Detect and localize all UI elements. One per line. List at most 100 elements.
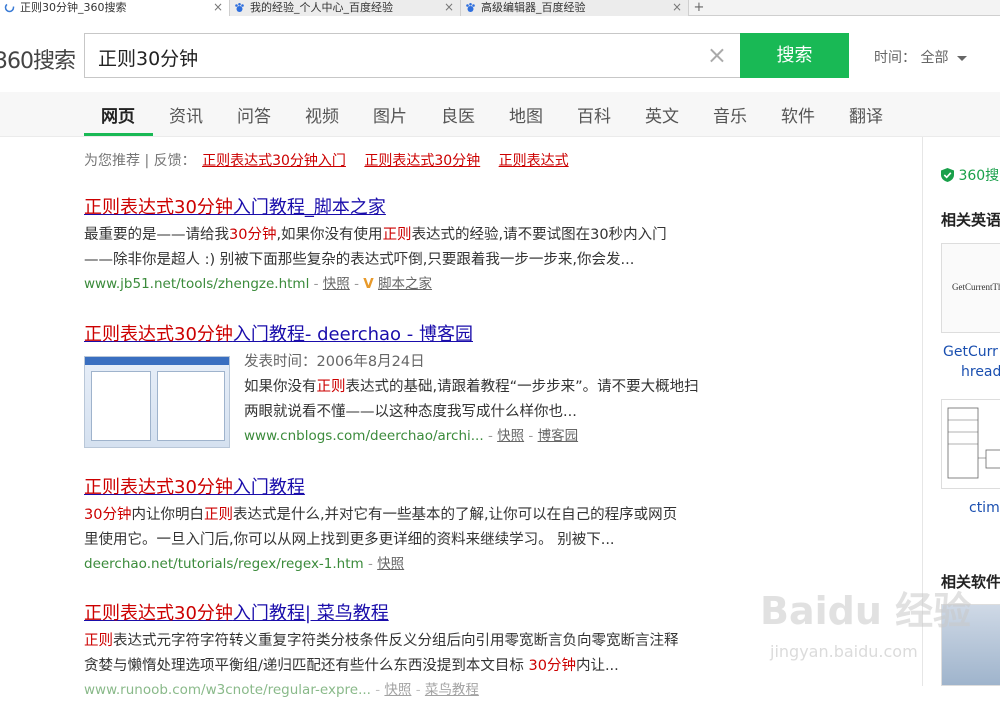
search-header: 360搜索 正则30分钟 × 搜索 时间： 全部 — [0, 16, 1000, 92]
result-url[interactable]: www.cnblogs.com/deerchao/archi... — [244, 428, 484, 444]
tab-label: 我的经验_个人中心_百度经验 — [250, 1, 393, 14]
tab-label: 正则30分钟_360搜索 — [20, 1, 127, 14]
tab-qa[interactable]: 问答 — [237, 102, 271, 127]
snapshot-link[interactable]: 快照 — [377, 556, 404, 572]
publish-date: 发表时间：2006年8月24日 — [244, 354, 425, 370]
search-result: 正则表达式30分钟入门教程_脚本之家 最重要的是——请给我30分钟,如果你没有使… — [84, 193, 744, 295]
snippet-text: 贪婪与懒惰处理选项平衡组/递归匹配还有些什么东西没提到本文目标 — [84, 658, 529, 674]
browser-tab-bar: 正则30分钟_360搜索 × 我的经验_个人中心_百度经验 × 高级编辑器_百度… — [0, 0, 1000, 16]
thumbnail-caption: GetCurrentThr — [952, 282, 1000, 292]
highlight: 正则 — [316, 379, 346, 395]
title-text: 入门教程_脚本之家 — [232, 197, 386, 218]
tab-360-search[interactable]: 正则30分钟_360搜索 × — [0, 0, 230, 16]
result-title-link[interactable]: 正则表达式30分钟入门教程 — [84, 473, 744, 499]
result-title-link[interactable]: 正则表达式30分钟入门教程| 菜鸟教程 — [84, 599, 744, 625]
source-link[interactable]: 博客园 — [538, 428, 579, 444]
highlight: 正则 — [84, 324, 120, 345]
new-tab-button[interactable]: + — [690, 0, 708, 16]
result-snippet: ——除非你是超人 :) 别被下面那些复杂的表达式吓倒,只要跟着我一步一步来,你会… — [84, 252, 635, 268]
tab-close-icon[interactable]: × — [444, 0, 454, 15]
tab-music[interactable]: 音乐 — [713, 102, 747, 127]
highlight: 表达式 — [120, 603, 174, 624]
highlight: 正则 — [84, 197, 120, 218]
recommend-link[interactable]: 正则表达式30分钟入门 — [202, 153, 346, 169]
highlight: 30分钟 — [174, 477, 233, 498]
tab-label: 高级编辑器_百度经验 — [481, 1, 586, 14]
search-input[interactable]: 正则30分钟 × — [84, 33, 741, 78]
time-filter-label: 时间： — [874, 50, 916, 66]
sidebar-heading: 相关英语 — [941, 211, 1000, 229]
result-snippet: 里使用它。一旦入门后,你可以从网上找到更多更详细的资料来继续学习。 别被下... — [84, 532, 615, 548]
snippet-text: 如果你没有 — [244, 379, 317, 395]
snippet-text: ,如果你没有使用 — [276, 227, 383, 243]
snippet-text: 表达式是什么,并对它有一些基本的了解,让你可以在自己的程序或网页 — [232, 507, 678, 523]
search-result: 正则表达式30分钟入门教程- deerchao - 博客园 发表时间：2006年… — [84, 320, 744, 448]
title-text: 入门教程 — [232, 477, 305, 498]
highlight: 30分钟 — [174, 603, 233, 624]
time-filter-value: 全部 — [920, 50, 949, 66]
snippet-text: 表达式的经验,请不要试图在30秒内入门 — [411, 227, 667, 243]
highlight: 正则 — [382, 227, 412, 243]
sidebar-link[interactable]: ctime — [969, 500, 1000, 516]
recommend-link[interactable]: 正则表达式 — [499, 153, 569, 169]
tab-close-icon[interactable]: × — [213, 0, 223, 15]
tab-web[interactable]: 网页 — [101, 102, 135, 127]
tab-map[interactable]: 地图 — [509, 102, 543, 127]
tab-baidu-my-experience[interactable]: 我的经验_个人中心_百度经验 × — [230, 0, 461, 16]
recommend-link[interactable]: 正则表达式30分钟 — [364, 153, 480, 169]
sidebar-thumbnail[interactable]: GetCurrentThr — [941, 243, 1000, 333]
search-result: 正则表达式30分钟入门教程 30分钟内让你明白正则表达式是什么,并对它有一些基本… — [84, 473, 744, 575]
result-snippet: 最重要的是——请给我30分钟,如果你没有使用正则表达式的经验,请不要试图在30秒… — [84, 223, 744, 248]
result-url-line: www.jb51.net/tools/zhengze.html - 快照 - V… — [84, 276, 433, 292]
result-url-line: www.runoob.com/w3cnote/regular-expre... … — [84, 682, 479, 698]
chevron-down-icon — [956, 55, 967, 61]
result-snippet: 如果你没有正则表达式的基础,请跟着教程“一步步来”。请不要大概地扫 — [244, 375, 699, 400]
active-tab-indicator — [84, 133, 153, 136]
result-url-line: deerchao.net/tutorials/regex/regex-1.htm… — [84, 556, 405, 572]
recommend-prefix: 为您推荐 | 反馈： — [84, 153, 196, 169]
tab-images[interactable]: 图片 — [373, 102, 407, 127]
result-url[interactable]: www.jb51.net/tools/zhengze.html — [84, 276, 309, 292]
highlight: 30分钟 — [174, 324, 233, 345]
title-text: 入门教程- deerchao - 博客园 — [232, 324, 473, 345]
tab-english[interactable]: 英文 — [645, 102, 679, 127]
result-url[interactable]: deerchao.net/tutorials/regex/regex-1.htm — [84, 556, 364, 572]
tab-doctor[interactable]: 良医 — [441, 102, 475, 127]
sidebar-thumbnail[interactable] — [941, 399, 1000, 489]
result-url[interactable]: www.runoob.com/w3cnote/regular-expre... — [84, 682, 371, 698]
highlight: 30分钟 — [528, 658, 576, 674]
highlight: 30分钟 — [174, 197, 233, 218]
highlight: 30分钟 — [84, 507, 132, 523]
tab-baike[interactable]: 百科 — [577, 102, 611, 127]
snapshot-link[interactable]: 快照 — [323, 276, 350, 292]
tab-close-icon[interactable]: × — [672, 0, 682, 15]
search-button[interactable]: 搜索 — [740, 33, 849, 78]
snapshot-link[interactable]: 快照 — [384, 682, 411, 698]
tab-video[interactable]: 视频 — [305, 102, 339, 127]
source-link[interactable]: 菜鸟教程 — [425, 682, 479, 698]
snippet-text: 最重要的是——请给我 — [84, 227, 229, 243]
source-link[interactable]: 脚本之家 — [378, 276, 432, 292]
snapshot-link[interactable]: 快照 — [497, 428, 524, 444]
tab-translate[interactable]: 翻译 — [849, 102, 883, 127]
clear-icon[interactable]: × — [707, 41, 727, 69]
baidu-paw-icon — [235, 3, 244, 12]
sidebar-link[interactable]: hread — [961, 364, 1000, 380]
title-text: 入门教程| 菜鸟教程 — [232, 603, 389, 624]
badge-text: 360搜 — [958, 168, 1000, 184]
snippet-text: 内让... — [575, 658, 619, 674]
tab-software[interactable]: 软件 — [781, 102, 815, 127]
result-snippet: 贪婪与懒惰处理选项平衡组/递归匹配还有些什么东西没提到本文目标 30分钟内让..… — [84, 654, 744, 679]
result-thumbnail[interactable] — [84, 356, 230, 448]
result-snippet: 正则表达式元字符字符转义重复字符类分枝条件反义分组后向引用零宽断言负向零宽断言注… — [84, 629, 744, 654]
site-logo[interactable]: 360搜索 — [0, 43, 76, 75]
tab-baidu-editor[interactable]: 高级编辑器_百度经验 × — [461, 0, 689, 16]
diagram-icon — [947, 407, 1000, 479]
tab-news[interactable]: 资讯 — [169, 102, 203, 127]
highlight: 表达式 — [120, 197, 174, 218]
result-title-link[interactable]: 正则表达式30分钟入门教程- deerchao - 博客园 — [84, 320, 744, 346]
result-snippet: 两眼就说看不懂——以这种态度我写成什么样你也... — [244, 404, 577, 420]
time-filter-dropdown[interactable]: 时间： 全部 — [874, 47, 967, 67]
result-title-link[interactable]: 正则表达式30分钟入门教程_脚本之家 — [84, 193, 744, 219]
sidebar-link[interactable]: GetCurr — [943, 344, 998, 360]
